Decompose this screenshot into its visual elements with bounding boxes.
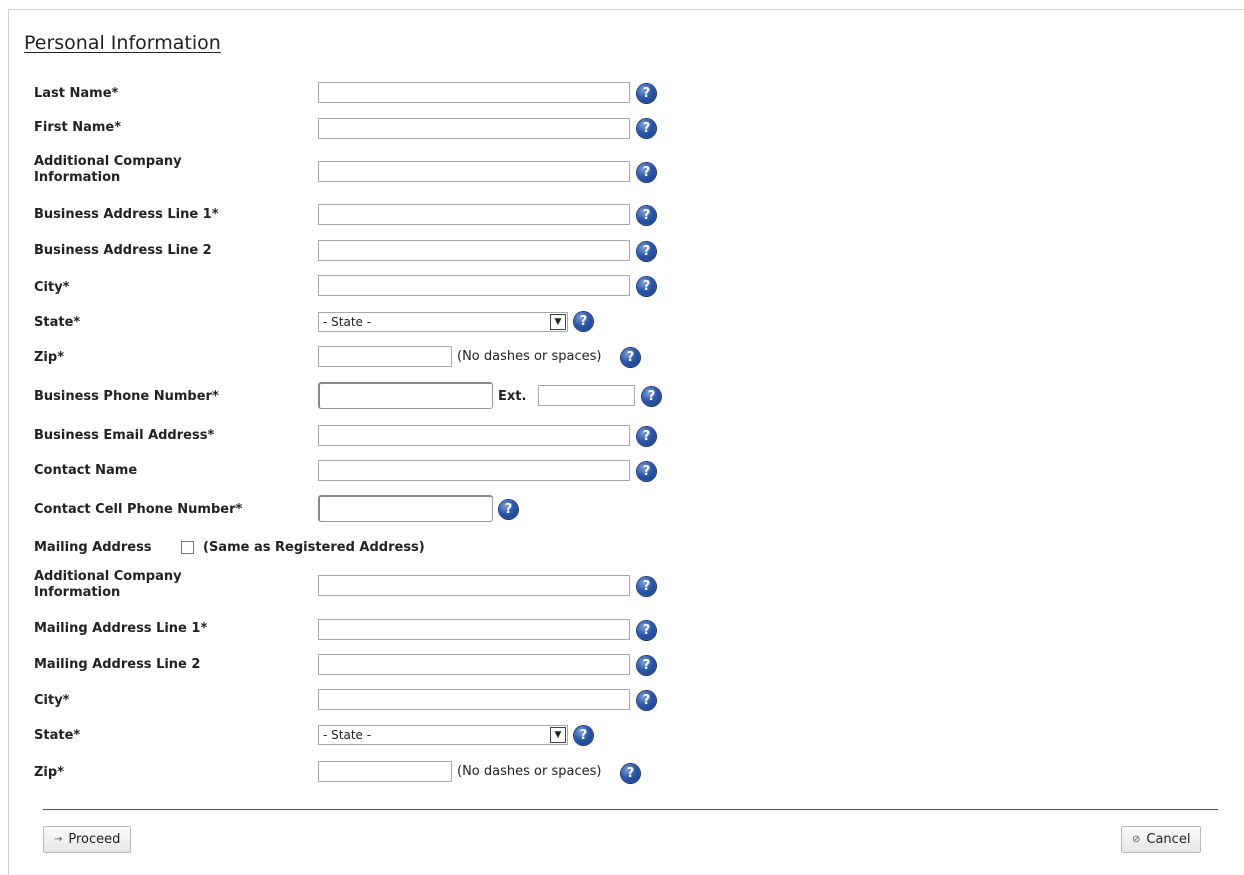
last-name-label: Last Name*: [34, 86, 119, 101]
business-address-line2-label: Business Address Line 2: [34, 243, 212, 258]
help-icon[interactable]: ?: [621, 764, 640, 783]
mailing-city-input[interactable]: [318, 689, 630, 710]
same-as-registered-checkbox[interactable]: [181, 541, 194, 554]
zip-hint: (No dashes or spaces): [457, 349, 602, 364]
mailing-address-line1-label: Mailing Address Line 1*: [34, 621, 208, 636]
mailing-address-line1-input[interactable]: [318, 619, 630, 640]
first-name-label: First Name*: [34, 120, 122, 135]
additional-company-label-line1: Additional Company: [34, 154, 182, 169]
mailing-state-select[interactable]: - State - ▼: [318, 725, 568, 745]
state-select[interactable]: - State - ▼: [318, 312, 568, 332]
contact-cell-input[interactable]: [318, 495, 493, 522]
same-as-registered-label: (Same as Registered Address): [203, 540, 425, 555]
chevron-down-icon[interactable]: ▼: [550, 727, 566, 743]
cancel-button-label: Cancel: [1146, 832, 1191, 847]
last-name-input[interactable]: [318, 82, 630, 103]
additional-company-label: Additional Company Information: [34, 154, 182, 186]
state-label: State*: [34, 315, 81, 330]
mailing-state-label: State*: [34, 728, 81, 743]
help-icon[interactable]: ?: [637, 427, 656, 446]
additional-company-input[interactable]: [318, 161, 630, 182]
help-icon[interactable]: ?: [637, 163, 656, 182]
business-address-line1-label: Business Address Line 1*: [34, 207, 219, 222]
help-icon[interactable]: ?: [637, 206, 656, 225]
help-icon[interactable]: ?: [637, 242, 656, 261]
mailing-additional-company-label-line2: Information: [34, 585, 121, 600]
mailing-zip-hint: (No dashes or spaces): [457, 764, 602, 779]
contact-cell-label: Contact Cell Phone Number*: [34, 502, 243, 517]
contact-name-input[interactable]: [318, 460, 630, 481]
business-phone-input[interactable]: [318, 382, 493, 409]
mailing-city-label: City*: [34, 693, 70, 708]
mailing-address-label: Mailing Address: [34, 540, 152, 555]
mailing-zip-label: Zip*: [34, 765, 64, 780]
help-icon[interactable]: ?: [637, 621, 656, 640]
help-icon[interactable]: ?: [574, 312, 593, 331]
business-email-label: Business Email Address*: [34, 428, 215, 443]
help-icon[interactable]: ?: [637, 656, 656, 675]
first-name-input[interactable]: [318, 118, 630, 139]
business-email-input[interactable]: [318, 425, 630, 446]
help-icon[interactable]: ?: [637, 119, 656, 138]
help-icon[interactable]: ?: [637, 277, 656, 296]
business-address-line2-input[interactable]: [318, 240, 630, 261]
help-icon[interactable]: ?: [642, 387, 661, 406]
proceed-button[interactable]: → Proceed: [43, 826, 132, 853]
zip-label: Zip*: [34, 350, 64, 365]
business-phone-label: Business Phone Number*: [34, 389, 219, 404]
chevron-down-icon[interactable]: ▼: [550, 314, 566, 330]
state-select-value: - State -: [323, 315, 372, 329]
mailing-address-line2-label: Mailing Address Line 2: [34, 657, 201, 672]
arrow-right-icon: →: [54, 834, 63, 845]
additional-company-label-line2: Information: [34, 170, 121, 185]
help-icon[interactable]: ?: [637, 84, 656, 103]
extension-label: Ext.: [498, 389, 527, 404]
mailing-zip-input[interactable]: [318, 761, 452, 782]
business-address-line1-input[interactable]: [318, 204, 630, 225]
contact-name-label: Contact Name: [34, 463, 138, 478]
cancel-icon: ⊘: [1132, 834, 1141, 845]
city-label: City*: [34, 280, 70, 295]
mailing-additional-company-input[interactable]: [318, 575, 630, 596]
mailing-additional-company-label: Additional Company Information: [34, 569, 182, 601]
form-divider: [43, 809, 1218, 810]
zip-input[interactable]: [318, 346, 452, 367]
help-icon[interactable]: ?: [637, 691, 656, 710]
city-input[interactable]: [318, 275, 630, 296]
help-icon[interactable]: ?: [574, 726, 593, 745]
mailing-address-line2-input[interactable]: [318, 654, 630, 675]
help-icon[interactable]: ?: [637, 577, 656, 596]
help-icon[interactable]: ?: [621, 348, 640, 367]
proceed-button-label: Proceed: [68, 832, 121, 847]
mailing-state-select-value: - State -: [323, 728, 372, 742]
help-icon[interactable]: ?: [637, 462, 656, 481]
help-icon[interactable]: ?: [499, 500, 518, 519]
mailing-additional-company-label-line1: Additional Company: [34, 569, 182, 584]
extension-input[interactable]: [538, 385, 635, 406]
cancel-button[interactable]: ⊘ Cancel: [1121, 826, 1202, 853]
page-title: Personal Information: [24, 32, 221, 54]
